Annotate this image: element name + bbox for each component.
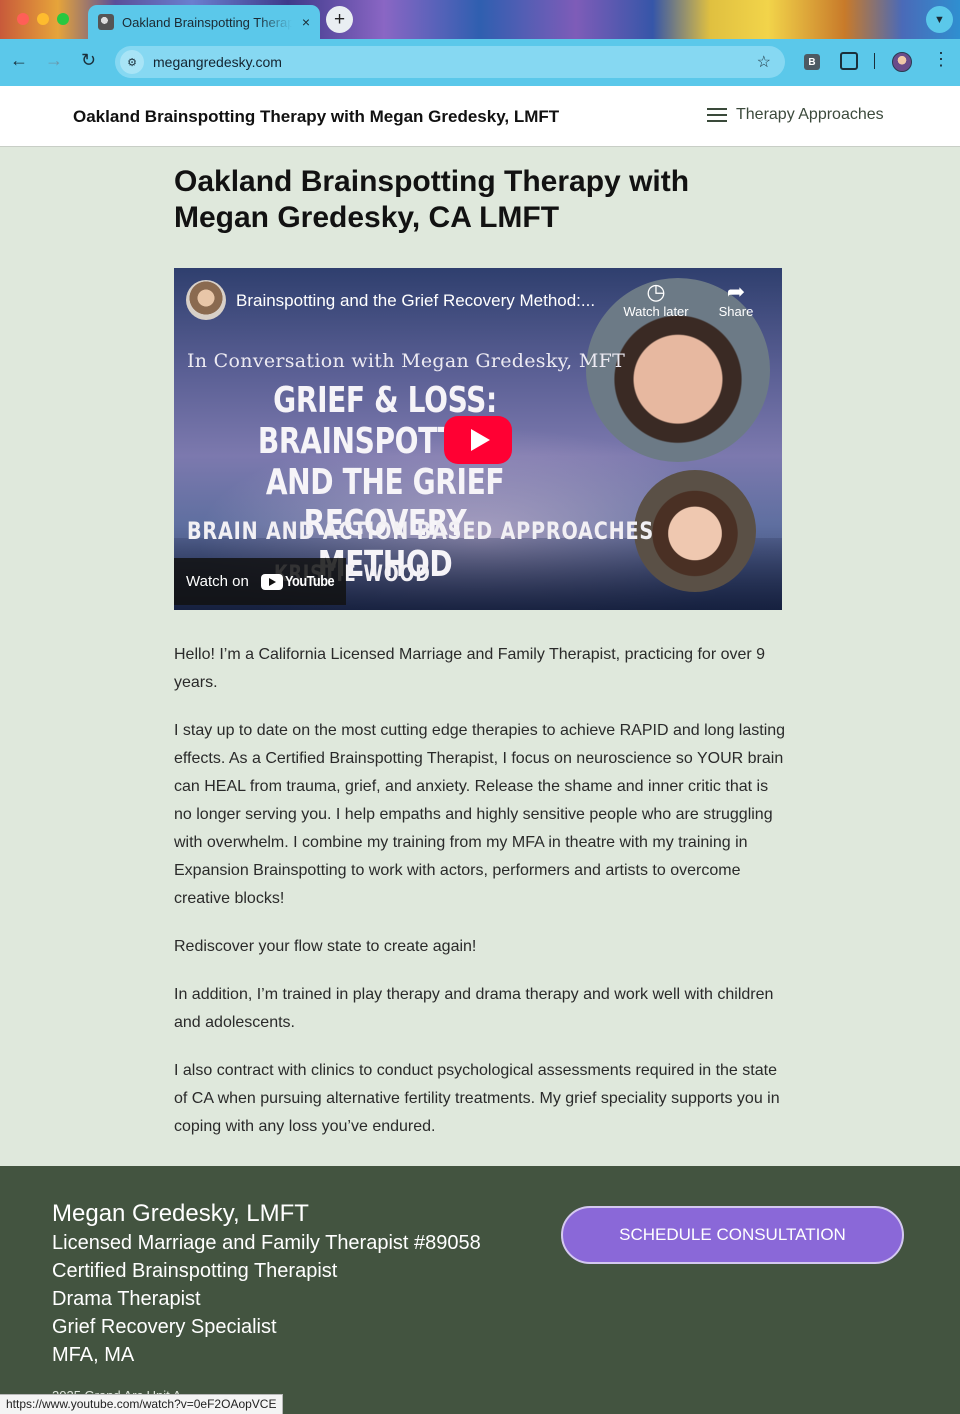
toolbar-divider [874,53,875,69]
browser-tab-strip: Oakland Brainspotting Therapy with Megan… [0,0,960,39]
watch-later-label: Watch later [623,304,689,319]
browser-menu-kebab-icon[interactable]: ⋮ [932,50,950,68]
footer-name: Megan Gredesky, LMFT [52,1200,309,1227]
minimize-window-button[interactable] [37,13,49,25]
youtube-logo-icon: YouTube [260,573,343,590]
paragraph-flow-state: Rediscover your flow state to create aga… [174,938,477,955]
hamburger-menu-icon [707,108,727,122]
play-button[interactable] [444,416,512,464]
active-tab[interactable]: Oakland Brainspotting Therapy with Megan… [88,5,320,39]
watch-later-button[interactable]: ◷ Watch later [616,279,696,320]
intro-text: Hello! I’m a California Licensed Marriag… [174,641,786,1161]
site-title-link[interactable]: Oakland Brainspotting Therapy with Megan… [73,107,559,127]
footer-credential: Drama Therapist [52,1288,201,1310]
extension-b-icon[interactable]: B [804,54,820,70]
paragraph-intro: Hello! I’m a California Licensed Marriag… [174,646,766,691]
share-button[interactable]: ➦ Share [696,279,776,320]
video-headline: GRIEF & LOSS: BRAINSPOTTING AND THE GRIE… [220,380,549,585]
video-title[interactable]: Brainspotting and the Grief Recovery Met… [236,291,616,311]
watch-on-youtube-button[interactable]: Watch on YouTube [174,558,346,605]
schedule-consultation-button[interactable]: SCHEDULE CONSULTATION [561,1206,904,1264]
close-window-button[interactable] [17,13,29,25]
video-tagline: BRAIN AND ACTION BASED APPROACHES [187,517,655,545]
watch-on-label: Watch on [186,573,249,590]
address-bar[interactable]: ⚙ megangredesky.com ☆ [115,46,785,78]
profile-avatar-icon[interactable] [892,52,912,72]
footer-credential: Grief Recovery Specialist [52,1316,277,1338]
tab-close-icon[interactable]: × [302,14,310,30]
url-text[interactable]: megangredesky.com [153,54,282,70]
site-favicon-icon [98,14,114,30]
share-label: Share [718,304,754,319]
channel-avatar[interactable] [186,280,226,320]
footer-credential: Certified Brainspotting Therapist [52,1260,338,1282]
video-subtitle: In Conversation with Megan Gredesky, MFT [187,350,626,372]
footer-credential: MFA, MA [52,1344,135,1366]
site-settings-icon[interactable]: ⚙ [120,50,144,74]
paragraph-assessments: I also contract with clinics to conduct … [174,1062,780,1135]
paragraph-therapies: I stay up to date on the most cutting ed… [174,722,786,907]
youtube-wordmark: YouTube [284,573,335,590]
back-arrow-icon[interactable]: ← [10,51,28,69]
forward-arrow-icon[interactable]: → [45,51,63,69]
footer-credential: Licensed Marriage and Family Therapist #… [52,1232,481,1254]
reload-icon[interactable]: ↻ [81,51,96,69]
site-header: Oakland Brainspotting Therapy with Megan… [0,86,960,147]
tab-search-chevron-icon[interactable]: ▼ [926,6,953,33]
clock-icon: ◷ [646,279,666,304]
share-arrow-icon: ➦ [726,279,746,304]
new-tab-button[interactable]: + [326,6,353,33]
tab-title: Oakland Brainspotting Therapy with Megan… [122,14,292,30]
youtube-video-embed[interactable]: Brainspotting and the Grief Recovery Met… [174,268,782,610]
extensions-puzzle-icon[interactable] [840,52,858,70]
page-title: Oakland Brainspotting Therapy with Megan… [174,165,690,234]
maximize-window-button[interactable] [57,13,69,25]
paragraph-children: In addition, I’m trained in play therapy… [174,986,774,1031]
link-hover-status-bar: https://www.youtube.com/watch?v=0eF2OAop… [0,1394,284,1414]
bookmark-star-icon[interactable]: ☆ [757,52,771,72]
menu-label: Therapy Approaches [736,106,884,123]
therapy-approaches-menu-button[interactable]: Therapy Approaches [707,106,884,124]
site-footer: Megan Gredesky, LMFT Licensed Marriage a… [0,1166,960,1414]
play-icon [470,429,490,451]
